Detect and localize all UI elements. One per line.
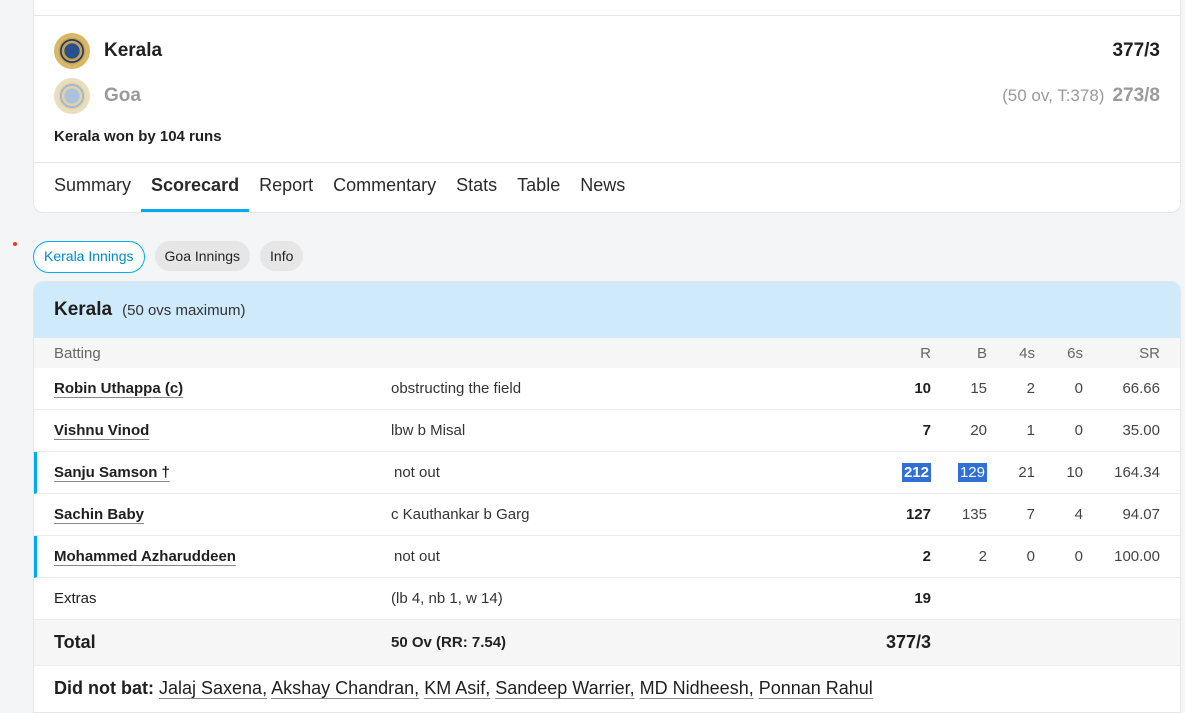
header-balls: B bbox=[976, 344, 987, 362]
balls: 20 bbox=[970, 422, 987, 439]
innings-header: Kerala (50 ovs maximum) bbox=[34, 282, 1180, 338]
fours: 7 bbox=[1026, 506, 1035, 523]
fours: 0 bbox=[1026, 548, 1035, 565]
tab-news[interactable]: News bbox=[570, 163, 635, 213]
runs: 7 bbox=[922, 422, 931, 439]
fours: 2 bbox=[1026, 380, 1035, 397]
innings-team: Kerala bbox=[54, 299, 113, 320]
extras-label: Extras bbox=[54, 590, 97, 607]
top-strip bbox=[34, 0, 1180, 16]
header-sixes: 6s bbox=[1067, 344, 1083, 362]
team-name: Goa bbox=[104, 85, 141, 106]
team-score: 377/3 bbox=[1112, 40, 1160, 61]
team-score: 273/8 bbox=[1112, 85, 1160, 106]
strike-rate: 94.07 bbox=[1122, 506, 1160, 523]
balls: 15 bbox=[970, 380, 987, 397]
strike-rate: 66.66 bbox=[1122, 380, 1160, 397]
team-row-kerala: Kerala 377/3 bbox=[54, 31, 1160, 71]
fours: 21 bbox=[1018, 464, 1035, 481]
runs: 212 bbox=[901, 463, 931, 482]
strike-rate: 100.00 bbox=[1114, 548, 1160, 565]
tab-summary[interactable]: Summary bbox=[44, 163, 141, 213]
batter-name-link[interactable]: Sachin Baby bbox=[54, 506, 144, 523]
runs: 127 bbox=[905, 506, 931, 523]
batter-row: Mohammed Azharuddeen not out 2 2 0 0 100… bbox=[34, 536, 1180, 578]
dismissal: obstructing the field bbox=[391, 380, 522, 397]
tab-stats[interactable]: Stats bbox=[446, 163, 507, 213]
batting-table-header: Batting R B 4s 6s SR bbox=[34, 338, 1180, 368]
sixes: 0 bbox=[1074, 422, 1083, 439]
balls: 129 bbox=[957, 463, 987, 482]
tab-scorecard[interactable]: Scorecard bbox=[141, 163, 250, 213]
tab-report[interactable]: Report bbox=[249, 163, 323, 213]
balls: 2 bbox=[978, 548, 987, 565]
batter-name-link[interactable]: Vishnu Vinod bbox=[54, 422, 149, 439]
header-batting: Batting bbox=[54, 344, 101, 362]
pill-info[interactable]: Info bbox=[260, 241, 304, 271]
team-name: Kerala bbox=[104, 40, 163, 61]
header-strike-rate: SR bbox=[1139, 344, 1160, 362]
goa-logo-icon bbox=[54, 78, 90, 114]
extras-runs: 19 bbox=[914, 590, 931, 607]
kerala-logo-icon bbox=[54, 33, 90, 69]
batting-scorecard: Kerala (50 ovs maximum) Batting R B 4s 6… bbox=[33, 281, 1181, 713]
batter-row: Sachin Baby c Kauthankar b Garg 127 135 … bbox=[34, 494, 1180, 536]
did-not-bat: Did not bat: Jalaj Saxena, Akshay Chandr… bbox=[34, 666, 1180, 711]
extras-row: Extras (lb 4, nb 1, w 14) 19 bbox=[34, 578, 1180, 620]
indicator-dot bbox=[13, 242, 17, 246]
sixes: 4 bbox=[1074, 506, 1083, 523]
match-tabs: Summary Scorecard Report Commentary Stat… bbox=[34, 162, 1180, 213]
strike-rate: 164.34 bbox=[1114, 464, 1160, 481]
sixes: 0 bbox=[1074, 548, 1083, 565]
runs: 10 bbox=[914, 380, 931, 397]
batter-name-link[interactable]: Sanju Samson † bbox=[54, 464, 170, 481]
match-result: Kerala won by 104 runs bbox=[54, 128, 222, 145]
dnb-player-link[interactable]: Ponnan Rahul bbox=[759, 678, 873, 698]
did-not-bat-label: Did not bat: bbox=[54, 678, 154, 698]
pill-goa-innings[interactable]: Goa Innings bbox=[154, 241, 251, 271]
header-runs: R bbox=[920, 344, 931, 362]
header-fours: 4s bbox=[1019, 344, 1035, 362]
pill-kerala-innings[interactable]: Kerala Innings bbox=[33, 241, 145, 273]
total-label: Total bbox=[54, 632, 96, 652]
team-score-info: (50 ov, T:378) bbox=[1002, 86, 1105, 105]
dismissal: c Kauthankar b Garg bbox=[391, 506, 530, 523]
dismissal: lbw b Misal bbox=[391, 422, 466, 439]
batter-row: Vishnu Vinod lbw b Misal 7 20 1 0 35.00 bbox=[34, 410, 1180, 452]
batter-name-link[interactable]: Mohammed Azharuddeen bbox=[54, 548, 236, 565]
batter-name-link[interactable]: Robin Uthappa (c) bbox=[54, 380, 183, 397]
dnb-player-link[interactable]: Sandeep Warrier, bbox=[495, 678, 634, 698]
tab-commentary[interactable]: Commentary bbox=[323, 163, 446, 213]
batter-row: Robin Uthappa (c) obstructing the field … bbox=[34, 368, 1180, 410]
sixes: 0 bbox=[1074, 380, 1083, 397]
balls: 135 bbox=[961, 506, 987, 523]
dnb-player-link[interactable]: Akshay Chandran, bbox=[271, 678, 419, 698]
tab-table[interactable]: Table bbox=[507, 163, 570, 213]
innings-selector: Kerala Innings Goa Innings Info bbox=[33, 241, 304, 273]
team-row-goa: Goa (50 ov, T:378) 273/8 bbox=[54, 76, 1160, 116]
total-overs: 50 Ov (RR: 7.54) bbox=[391, 634, 507, 651]
batter-row: Sanju Samson † not out 212 129 21 10 164… bbox=[34, 452, 1180, 494]
total-row: Total 50 Ov (RR: 7.54) 377/3 bbox=[34, 620, 1180, 666]
dnb-player-link[interactable]: MD Nidheesh, bbox=[640, 678, 754, 698]
sixes: 10 bbox=[1066, 464, 1083, 481]
extras-detail: (lb 4, nb 1, w 14) bbox=[391, 590, 503, 607]
match-header-card: Kerala 377/3 Goa (50 ov, T:378) 273/8 Ke… bbox=[33, 0, 1181, 213]
innings-subtitle: (50 ovs maximum) bbox=[122, 301, 246, 319]
dnb-player-link[interactable]: KM Asif, bbox=[424, 678, 490, 698]
strike-rate: 35.00 bbox=[1122, 422, 1160, 439]
runs: 2 bbox=[922, 548, 931, 565]
dismissal: not out bbox=[394, 464, 440, 481]
fours: 1 bbox=[1026, 422, 1035, 439]
dnb-player-link[interactable]: Jalaj Saxena, bbox=[159, 678, 267, 698]
dismissal: not out bbox=[394, 548, 440, 565]
total-score: 377/3 bbox=[885, 632, 931, 652]
